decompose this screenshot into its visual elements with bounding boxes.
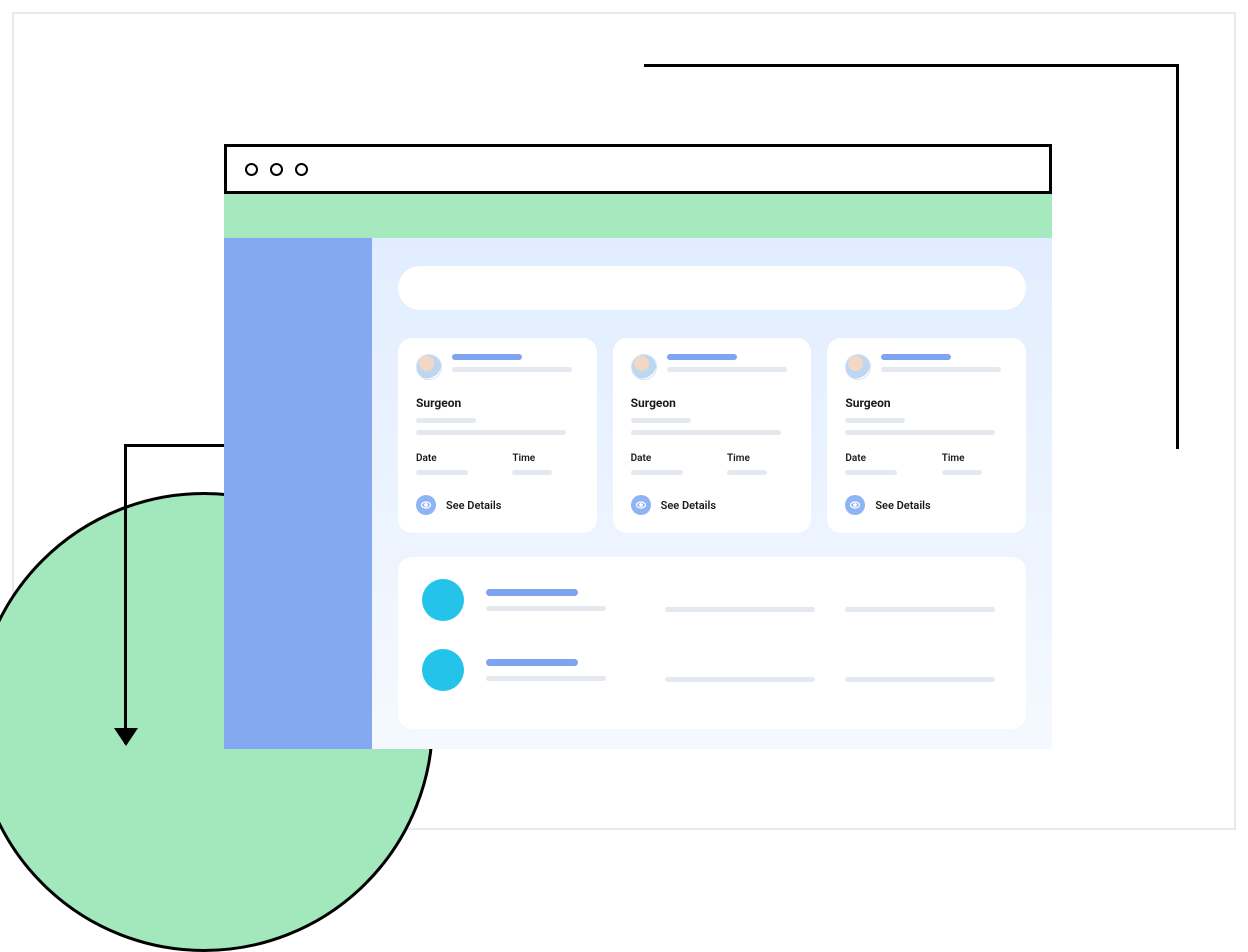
- cards-row: Surgeon Date Time: [398, 338, 1026, 533]
- canvas-frame: Surgeon Date Time: [12, 12, 1236, 830]
- browser-window: Surgeon Date Time: [224, 144, 1052, 749]
- placeholder-line: [452, 367, 572, 372]
- placeholder-line: [416, 430, 566, 435]
- placeholder-line: [665, 677, 815, 682]
- placeholder-line: [486, 659, 578, 666]
- placeholder-line: [845, 418, 905, 423]
- see-details-button[interactable]: See Details: [845, 495, 1008, 515]
- window-control-icon[interactable]: [295, 163, 308, 176]
- window-control-icon[interactable]: [270, 163, 283, 176]
- placeholder-line: [942, 470, 982, 475]
- placeholder-line: [416, 418, 476, 423]
- list-panel: [398, 557, 1026, 729]
- time-label: Time: [727, 453, 793, 464]
- doctor-avatar: [631, 354, 657, 380]
- role-label: Surgeon: [845, 396, 1008, 410]
- date-label: Date: [416, 453, 482, 464]
- placeholder-line: [845, 677, 995, 682]
- list-item[interactable]: [422, 579, 1002, 621]
- placeholder-line: [631, 418, 691, 423]
- see-details-label: See Details: [875, 499, 930, 512]
- placeholder-line: [486, 589, 578, 596]
- doctor-avatar: [845, 354, 871, 380]
- time-label: Time: [512, 453, 578, 464]
- placeholder-line: [881, 367, 1001, 372]
- browser-titlebar: [224, 144, 1052, 194]
- placeholder-line: [512, 470, 552, 475]
- placeholder-line: [845, 607, 995, 612]
- see-details-button[interactable]: See Details: [631, 495, 794, 515]
- app-body: Surgeon Date Time: [224, 238, 1052, 749]
- placeholder-line: [486, 676, 606, 681]
- avatar: [422, 649, 464, 691]
- see-details-label: See Details: [661, 499, 716, 512]
- placeholder-line: [845, 470, 897, 475]
- eye-icon: [631, 495, 651, 515]
- see-details-button[interactable]: See Details: [416, 495, 579, 515]
- avatar: [422, 579, 464, 621]
- placeholder-line: [416, 470, 468, 475]
- placeholder-line: [631, 430, 781, 435]
- main-content: Surgeon Date Time: [372, 238, 1052, 749]
- see-details-label: See Details: [446, 499, 501, 512]
- doctor-card[interactable]: Surgeon Date Time: [827, 338, 1026, 533]
- role-label: Surgeon: [631, 396, 794, 410]
- placeholder-line: [667, 367, 787, 372]
- app-header: [224, 194, 1052, 238]
- placeholder-line: [881, 354, 951, 360]
- date-label: Date: [631, 453, 697, 464]
- placeholder-line: [631, 470, 683, 475]
- date-label: Date: [845, 453, 911, 464]
- doctor-avatar: [416, 354, 442, 380]
- doctor-card[interactable]: Surgeon Date Time: [613, 338, 812, 533]
- arrow-down-icon: [114, 728, 138, 746]
- eye-icon: [416, 495, 436, 515]
- doctor-card[interactable]: Surgeon Date Time: [398, 338, 597, 533]
- list-item[interactable]: [422, 649, 1002, 691]
- time-label: Time: [942, 453, 1008, 464]
- role-label: Surgeon: [416, 396, 579, 410]
- window-control-icon[interactable]: [245, 163, 258, 176]
- eye-icon: [845, 495, 865, 515]
- sidebar: [224, 238, 372, 749]
- placeholder-line: [452, 354, 522, 360]
- search-input[interactable]: [398, 266, 1026, 310]
- placeholder-line: [727, 470, 767, 475]
- placeholder-line: [845, 430, 995, 435]
- placeholder-line: [486, 606, 606, 611]
- placeholder-line: [665, 607, 815, 612]
- placeholder-line: [667, 354, 737, 360]
